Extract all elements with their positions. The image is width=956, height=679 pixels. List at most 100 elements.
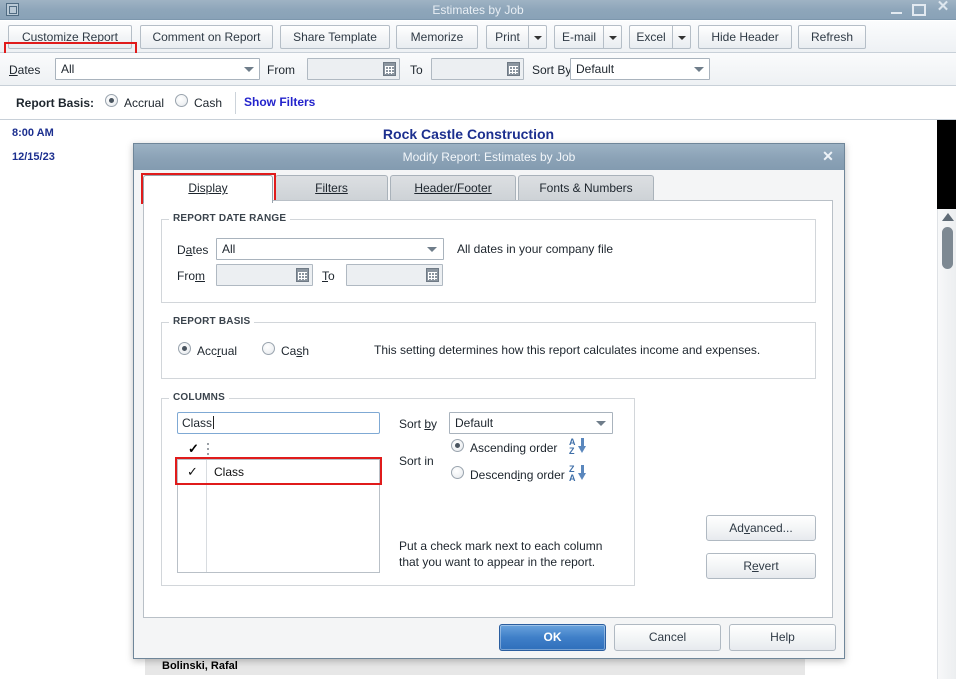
tab-display-label: Display	[188, 181, 228, 195]
memorize-button[interactable]: Memorize	[396, 25, 478, 49]
dialog-dates-value: All	[222, 242, 236, 256]
chevron-down-icon	[244, 67, 254, 72]
report-basis-cash-radio[interactable]	[175, 94, 188, 107]
window-titlebar: Estimates by Job ✕	[0, 0, 956, 20]
columns-hint-line2: that you want to appear in the report.	[399, 555, 596, 569]
columns-search-input[interactable]: Class	[177, 412, 380, 434]
dialog-title-text: Modify Report: Estimates by Job	[402, 150, 576, 164]
dialog-cash-radio[interactable]	[262, 342, 275, 355]
report-basis-label: Report Basis:	[16, 96, 95, 110]
sort-by-value-dialog: Default	[455, 416, 494, 430]
sort-in-label: Sort in	[399, 454, 434, 468]
report-toolbar: Customize Report Comment on Report Share…	[0, 21, 956, 75]
print-button[interactable]: Print	[486, 25, 528, 49]
sort-by-select-dialog[interactable]: Default	[449, 412, 613, 434]
ok-button[interactable]: OK	[499, 624, 606, 651]
scroll-up-arrow-icon[interactable]	[942, 213, 954, 221]
dates-value: All	[61, 62, 75, 76]
report-date: 12/15/23	[12, 151, 55, 163]
dialog-to-date-input[interactable]	[346, 264, 443, 286]
hide-header-button[interactable]: Hide Header	[698, 25, 792, 49]
dialog-body: Display Filters Header/Footer Fonts & Nu…	[134, 170, 844, 658]
show-filters-link[interactable]: Show Filters	[244, 95, 315, 109]
quickbooks-report-window: Estimates by Job ✕ Customize Report Comm…	[0, 0, 956, 679]
scrollbar-thumb[interactable]	[942, 227, 953, 269]
dates-select[interactable]: All	[55, 58, 260, 80]
calendar-icon[interactable]	[296, 268, 309, 282]
sort-by-label-dialog: Sort by	[399, 417, 438, 431]
tab-filters[interactable]: Filters	[275, 175, 388, 201]
columns-list-item-label: Class	[214, 465, 245, 479]
cancel-button[interactable]: Cancel	[614, 624, 721, 651]
report-company-title: Rock Castle Construction	[382, 126, 555, 142]
dialog-dates-label: Dates	[177, 243, 209, 257]
report-basis-hint: This setting determines how this report …	[374, 343, 761, 357]
sort-by-label: Sort By	[532, 63, 572, 77]
columns-list-header-grip-icon	[207, 443, 209, 455]
dialog-accrual-radio[interactable]	[178, 342, 191, 355]
dialog-tabstrip: Display Filters Header/Footer Fonts & Nu…	[143, 175, 833, 203]
sort-descending-za-icon[interactable]: Z A	[569, 464, 591, 483]
excel-button[interactable]: Excel	[629, 25, 672, 49]
columns-title: COLUMNS	[169, 392, 229, 403]
modify-report-dialog: Modify Report: Estimates by Job ✕ Displa…	[133, 143, 845, 659]
report-basis-accrual-label: Accrual	[124, 96, 165, 110]
sort-by-value: Default	[576, 62, 615, 76]
report-basis-title: REPORT BASIS	[169, 316, 255, 327]
descending-order-radio[interactable]	[451, 466, 464, 479]
report-vertical-scrollbar[interactable]	[937, 209, 956, 679]
dialog-accrual-label: Accrual	[197, 344, 238, 358]
report-basis-accrual-radio[interactable]	[105, 94, 118, 107]
customize-report-button[interactable]: Customize Report	[8, 25, 132, 49]
email-dropdown-arrow-icon[interactable]	[603, 25, 622, 49]
help-button[interactable]: Help	[729, 624, 836, 651]
columns-search-value: Class	[182, 416, 213, 430]
from-date-input[interactable]	[307, 58, 400, 80]
report-filter-bar: Dates All From To Sort By Default	[0, 53, 956, 86]
columns-list-item-class[interactable]: ✓ Class	[178, 460, 379, 484]
tab-header-footer[interactable]: Header/Footer	[390, 175, 516, 201]
columns-listbox[interactable]: ✓ Class	[177, 459, 380, 573]
hide-header-label: Hide Header	[711, 30, 779, 44]
calendar-icon[interactable]	[507, 62, 520, 76]
dialog-from-date-input[interactable]	[216, 264, 313, 286]
chevron-down-icon	[694, 67, 704, 72]
ok-button-label: OK	[543, 630, 562, 644]
dialog-from-label: From	[177, 269, 205, 283]
window-title: Estimates by Job	[432, 3, 524, 17]
columns-list-header-check[interactable]: ✓	[188, 441, 199, 457]
email-button[interactable]: E-mail	[554, 25, 603, 49]
advanced-button[interactable]: Advanced...	[706, 515, 816, 541]
print-dropdown-arrow-icon[interactable]	[528, 25, 547, 49]
dialog-dates-select[interactable]: All	[216, 238, 444, 260]
az-icon-letter-a: A	[569, 437, 576, 447]
calendar-icon[interactable]	[426, 268, 439, 282]
to-date-input[interactable]	[431, 58, 524, 80]
comment-on-report-label: Comment on Report	[152, 30, 261, 44]
tab-display[interactable]: Display	[143, 175, 273, 203]
share-template-label: Share Template	[293, 30, 377, 44]
za-icon-letter-a: A	[569, 473, 576, 483]
comment-on-report-button[interactable]: Comment on Report	[140, 25, 273, 49]
dialog-titlebar: Modify Report: Estimates by Job ✕	[134, 144, 844, 170]
tab-fonts-numbers[interactable]: Fonts & Numbers	[518, 175, 654, 201]
share-template-button[interactable]: Share Template	[280, 25, 390, 49]
cancel-button-label: Cancel	[648, 630, 687, 644]
sort-ascending-az-icon[interactable]: A Z	[569, 437, 591, 456]
revert-button[interactable]: Revert	[706, 553, 816, 579]
display-tab-panel: REPORT DATE RANGE Dates All All dates in…	[143, 200, 833, 618]
dialog-dates-hint: All dates in your company file	[457, 242, 614, 256]
columns-list-item-checkmark-icon[interactable]: ✓	[187, 460, 198, 484]
ascending-order-radio[interactable]	[451, 439, 464, 452]
excel-dropdown-arrow-icon[interactable]	[672, 25, 691, 49]
dialog-close-button[interactable]: ✕	[820, 148, 836, 164]
dialog-footer: OK Cancel Help	[134, 622, 844, 658]
window-close-button[interactable]: ✕	[936, 0, 950, 14]
window-maximize-button[interactable]	[912, 4, 926, 16]
report-date-range-group	[161, 219, 816, 303]
report-basis-cash-label: Cash	[194, 96, 223, 110]
sort-by-select[interactable]: Default	[570, 58, 710, 80]
refresh-button[interactable]: Refresh	[798, 25, 866, 49]
az-icon-letter-z: Z	[569, 446, 575, 456]
calendar-icon[interactable]	[383, 62, 396, 76]
